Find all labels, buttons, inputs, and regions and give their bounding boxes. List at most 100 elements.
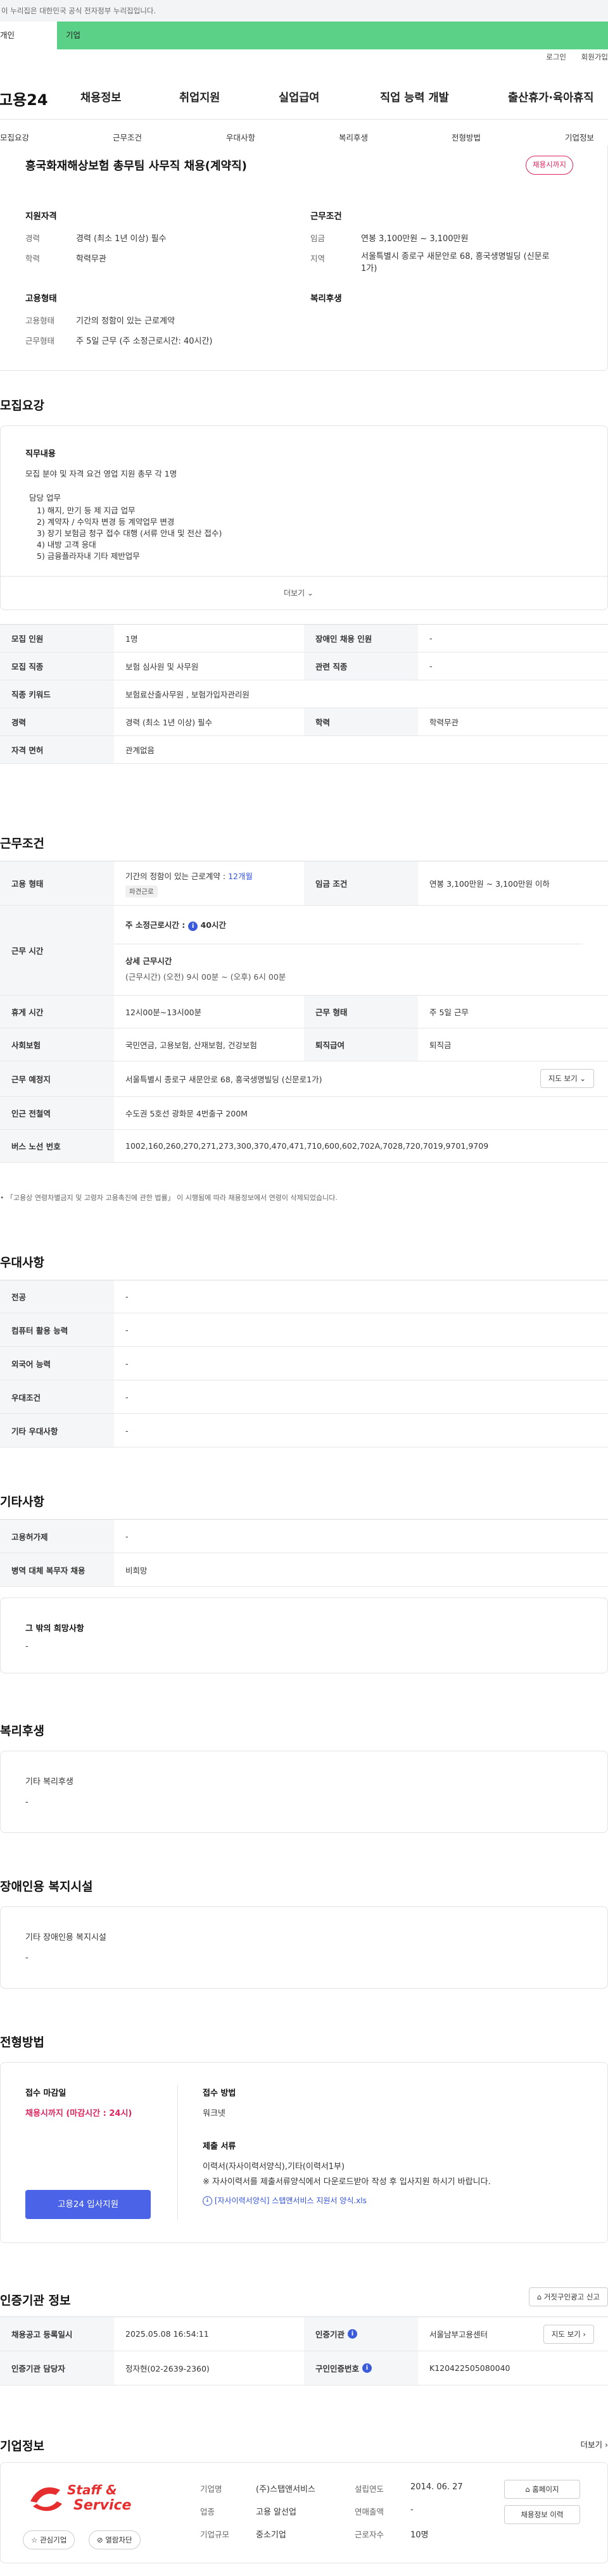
emp-heading: 고용형태 bbox=[25, 294, 57, 304]
info-icon[interactable]: i bbox=[362, 2363, 372, 2373]
hours-weekly-label: 주 소정근로시간 : bbox=[125, 920, 186, 930]
company-more-link[interactable]: 더보기 › bbox=[581, 2438, 608, 2450]
dispatch-chip: 파견근로 bbox=[125, 885, 158, 897]
chevron-down-icon: ⌄ bbox=[307, 589, 314, 597]
tab-company[interactable]: 기업 bbox=[57, 22, 608, 49]
company-name-label: 기업명 bbox=[200, 2484, 222, 2494]
company-name-value: (주)스탭앤서비스 bbox=[256, 2485, 315, 2494]
job-history-button[interactable]: 채용정보 이력 bbox=[504, 2505, 580, 2524]
industry-value: 고용 알선업 bbox=[256, 2508, 296, 2517]
region-value-1: 서울특별시 종로구 새문안로 68, 흥국생명빌딩 (신문로 bbox=[361, 252, 550, 261]
pref-value: - bbox=[125, 1392, 129, 1402]
block-label: 열람차단 bbox=[105, 2535, 132, 2544]
preference-heading: 우대사항 bbox=[0, 1256, 44, 1270]
manager-value: 정자현(02-2639-2360) bbox=[125, 2364, 210, 2373]
edu-value: 학력무관 bbox=[76, 254, 106, 264]
wage-cond-value: 연봉 3,100만원 ~ 3,100만원 이하 bbox=[429, 879, 550, 889]
file-link[interactable]: ↓ [자사이력서양식] 스탭앤서비스 지원서 양식.xls bbox=[203, 2195, 367, 2206]
fake-ad-report-button[interactable]: ⌂ 거짓구인광고 신고 bbox=[528, 2287, 608, 2306]
disability-sub: 기타 장애인용 복지시설 bbox=[25, 1933, 106, 1942]
apply-button[interactable]: 고용24 입사지원 bbox=[25, 2190, 151, 2219]
emp-cell: 기간의 정함이 있는 근로계약 : 12개월 파견근로 bbox=[114, 861, 253, 905]
size-value: 중소기업 bbox=[256, 2530, 286, 2540]
agency-value: 서울남부고용센터 bbox=[429, 2330, 488, 2339]
tab-personal[interactable]: 개인 bbox=[0, 22, 57, 49]
table-row: 직종 키워드 보험료산출사무원 , 보험가입자관리원 bbox=[0, 680, 608, 708]
etc-table: 고용허가제 - 병역 대체 복무자 채용 비희망 bbox=[0, 1519, 608, 1587]
login-link[interactable]: 로그인 bbox=[546, 53, 566, 61]
gnb-item-leave[interactable]: 출산휴가·육아휴직 bbox=[508, 89, 593, 105]
welfare-value: - bbox=[25, 1798, 28, 1807]
snb-welfare[interactable]: 복리후생 bbox=[339, 131, 368, 143]
pref-label: 우대조건 bbox=[0, 1380, 114, 1413]
duty-title: 담당 업무 bbox=[29, 493, 61, 503]
place-label: 근무 예정지 bbox=[0, 1061, 114, 1096]
agency-label-cell: 인증기관 i bbox=[304, 2317, 418, 2351]
block-button[interactable]: ⊘ 열람차단 bbox=[89, 2530, 141, 2549]
gov-banner: 이 누리집은 대한민국 공식 전자정부 누리집입니다. bbox=[0, 0, 608, 22]
table-row: 경력 경력 (최소 1년 이상) 필수 학력 학력무관 bbox=[0, 708, 608, 736]
more-button[interactable]: 더보기 ⌄ bbox=[284, 587, 314, 598]
snb-conditions[interactable]: 근무조건 bbox=[113, 131, 142, 143]
est-value: 2014. 06. 27 bbox=[410, 2482, 463, 2492]
gnb-item-employment-support[interactable]: 취업지원 bbox=[179, 89, 220, 105]
interest-label: 관심기업 bbox=[39, 2535, 67, 2544]
break-label: 휴게 시간 bbox=[0, 996, 114, 1028]
edu-value-2: 학력무관 bbox=[429, 718, 459, 727]
table-row: 기타 우대사항 - bbox=[0, 1414, 608, 1447]
snb-preference[interactable]: 우대사항 bbox=[226, 131, 255, 143]
table-row: 모집 인원 1명 장애인 채용 인원 - bbox=[0, 625, 608, 653]
snb-recruit[interactable]: 모집요강 bbox=[0, 131, 29, 143]
reg-label: 채용공고 등록일시 bbox=[0, 2317, 114, 2351]
gnb-item-jobs[interactable]: 채용정보 bbox=[80, 89, 121, 105]
snb-process[interactable]: 전형방법 bbox=[452, 131, 481, 143]
info-icon[interactable]: i bbox=[348, 2329, 358, 2339]
edu-label: 학력 bbox=[25, 254, 41, 263]
sales-value: - bbox=[410, 2505, 414, 2515]
table-row: 채용공고 등록일시 2025.05.08 16:54:11 인증기관 i 서울남부… bbox=[0, 2317, 608, 2351]
agency-label: 인증기관 bbox=[315, 2330, 345, 2339]
pref-label: 기타 우대사항 bbox=[0, 1414, 114, 1447]
career-value-2: 경력 (최소 1년 이상) 필수 bbox=[125, 718, 213, 727]
homepage-button[interactable]: ⌂ 홈페이지 bbox=[504, 2480, 580, 2499]
age-note: • 「고용상 연령차별금지 및 고령자 고용촉진에 관한 법률」 이 시행됨에 … bbox=[0, 1194, 338, 1202]
license-label: 자격 면허 bbox=[0, 736, 114, 763]
info-icon[interactable]: i bbox=[188, 922, 198, 931]
recruit-heading: 모집요강 bbox=[0, 399, 44, 413]
interest-button[interactable]: ☆ 관심기업 bbox=[23, 2530, 75, 2549]
agency-map-label: 지도 보기 bbox=[551, 2330, 581, 2339]
keyword-label: 직종 키워드 bbox=[0, 680, 114, 708]
table-row: 고용 형태 기간의 정함이 있는 근로계약 : 12개월 파견근로 임금 조건 … bbox=[0, 861, 608, 906]
site-logo[interactable]: 고용24 bbox=[0, 87, 48, 109]
qual-heading: 지원자격 bbox=[25, 211, 57, 222]
disability-value: - bbox=[25, 1953, 28, 1963]
career-label: 경력 bbox=[25, 234, 41, 243]
map-button[interactable]: 지도 보기 ⌄ bbox=[540, 1069, 594, 1088]
disabled-label: 장애인 채용 인원 bbox=[304, 625, 418, 652]
chevron-right-icon: › bbox=[605, 2440, 608, 2449]
snb-company[interactable]: 기업정보 bbox=[565, 131, 594, 143]
agency-map-button[interactable]: 지도 보기 › bbox=[543, 2325, 594, 2344]
table-row: 병역 대체 복무자 채용 비희망 bbox=[0, 1553, 608, 1587]
method-title: 접수 방법 bbox=[203, 2089, 236, 2098]
chevron-down-icon: ⌄ bbox=[580, 1074, 586, 1083]
table-row: 근무 예정지 서울특별시 종로구 새문안로 68, 흥국생명빌딩 (신문로1가)… bbox=[0, 1061, 608, 1097]
other-value: - bbox=[25, 1642, 28, 1651]
license-value: 관계없음 bbox=[125, 746, 155, 755]
welfare-heading: 복리후생 bbox=[310, 294, 342, 304]
welfare-card bbox=[0, 1751, 608, 1833]
join-link[interactable]: 회원가입 bbox=[581, 53, 608, 61]
util-links: 로그인 회원가입 bbox=[533, 52, 608, 62]
gnb-item-unemployment-benefit[interactable]: 실업급여 bbox=[279, 89, 319, 105]
star-icon: ☆ bbox=[31, 2535, 38, 2544]
work-type-value: 주 5일 근무 (주 소정근로시간: 40시간) bbox=[76, 337, 213, 346]
emp-count-label: 근로자수 bbox=[355, 2530, 384, 2539]
gnb-item-skills[interactable]: 직업 능력 개발 bbox=[380, 89, 449, 105]
form-value: 주 5일 근무 bbox=[429, 1008, 469, 1017]
hours-cell: 주 소정근로시간 :i 40시간 상세 근무시간 (근무시간) (오전) 9시 … bbox=[114, 906, 583, 995]
break-value: 12시00분~13시00분 bbox=[125, 1008, 202, 1017]
home-icon: ⌂ bbox=[525, 2485, 530, 2494]
homepage-label: 홈페이지 bbox=[532, 2485, 559, 2494]
subway-value: 수도권 5호선 광화문 4번출구 200M bbox=[125, 1109, 248, 1118]
emp-value: 기간의 정함이 있는 근로계약 : bbox=[125, 871, 229, 881]
